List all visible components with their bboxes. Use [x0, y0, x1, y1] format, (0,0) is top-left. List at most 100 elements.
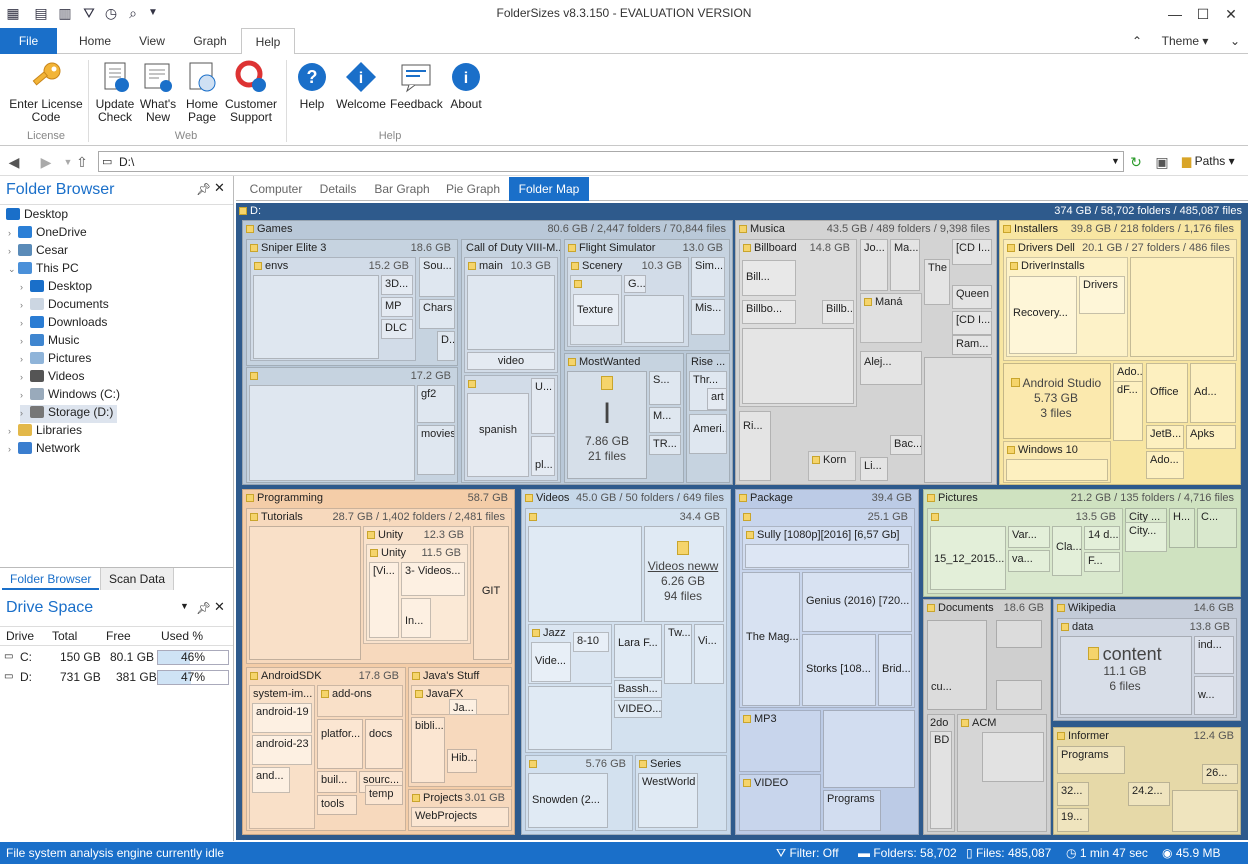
welcome-button[interactable]: i Welcome [334, 60, 388, 128]
tab-folder-browser[interactable]: Folder Browser [2, 568, 100, 590]
map-cell[interactable]: Hib... [447, 749, 477, 773]
tab-scan-data[interactable]: Scan Data [100, 568, 175, 590]
whats-new-button[interactable]: What's New [137, 60, 179, 128]
tab-help[interactable]: Help [241, 28, 295, 55]
map-cell[interactable]: Alej... [860, 351, 922, 385]
map-cell[interactable]: Billbo... [742, 300, 796, 324]
map-cell[interactable] [996, 680, 1042, 710]
filter-status[interactable]: ⛛ Filter: Off [776, 842, 839, 864]
tree-item-documents[interactable]: › Documents [20, 297, 109, 315]
map-cell[interactable]: S... [649, 371, 681, 405]
tab-bar-graph[interactable]: Bar Graph [364, 177, 440, 201]
map-block-main[interactable]: main 10.3 GB video [464, 257, 558, 373]
home-page-button[interactable]: Home Page [181, 60, 223, 128]
map-cell[interactable]: Ja... [449, 699, 477, 715]
map-block-programming[interactable]: Programming 58.7 GB Tutorials 28.7 GB / 1,… [242, 489, 515, 835]
path-dropdown-icon[interactable]: ▼ [1111, 156, 1120, 166]
collapse-ribbon-icon[interactable]: ⌃ [1128, 28, 1146, 54]
map-cell[interactable]: Office [1146, 363, 1188, 423]
map-block-wikipedia[interactable]: Wikipedia 14.6 GB data 13.8 GB content 11.1… [1053, 599, 1241, 721]
theme-menu[interactable]: Theme ▾ [1150, 28, 1220, 54]
map-cell[interactable]: Ram... [952, 335, 992, 355]
map-cell[interactable] [467, 275, 555, 350]
map-block-projects[interactable]: Projects 3.01 GB WebProjects [408, 789, 512, 831]
map-cell[interactable] [745, 544, 909, 568]
map-cell[interactable]: bibli... [411, 717, 445, 783]
map-cell[interactable]: 3- Videos... [401, 562, 465, 596]
map-cell[interactable] [982, 732, 1044, 782]
map-cell[interactable]: android-23 [252, 735, 312, 765]
map-cell[interactable]: dF... [1113, 381, 1143, 441]
map-cell[interactable]: Jo... [860, 239, 888, 291]
col-free[interactable]: Free [106, 627, 131, 645]
tab-pie-graph[interactable]: Pie Graph [440, 177, 506, 201]
map-cell[interactable]: movies [417, 425, 455, 475]
map-block-mostwanted[interactable]: MostWanted I 7.86 GB 21 files S... M... TR… [564, 353, 684, 483]
tree-item-onedrive[interactable]: › OneDrive [8, 225, 87, 243]
map-block-package-251[interactable]: 25.1 GB Sully [1080p][2016] [6,57 Gb] Th… [739, 508, 915, 708]
map-cell[interactable]: BD [930, 731, 952, 829]
map-cell[interactable]: Tw... [664, 624, 692, 684]
map-cell[interactable]: and... [252, 767, 290, 793]
map-cell[interactable]: Bassh... [614, 680, 662, 698]
map-block-package[interactable]: Package 39.4 GB 25.1 GB Sully [1080p][201… [735, 489, 919, 835]
map-block-billboard[interactable]: Billboard 14.8 GB Bill... Billbo... Billb… [739, 239, 857, 407]
map-block-sully[interactable]: Sully [1080p][2016] [6,57 Gb] [742, 526, 912, 570]
map-cell[interactable] [823, 710, 915, 788]
map-block-rise[interactable]: Rise ... Thr... art Ameri... [686, 353, 730, 483]
map-cell[interactable]: video [467, 352, 555, 370]
map-block-2do[interactable]: 2do BD [927, 714, 955, 832]
tree-item-music[interactable]: › Music [20, 333, 79, 351]
map-block-series[interactable]: Series WestWorld [635, 755, 727, 831]
refresh-icon[interactable]: ↻ [1126, 152, 1146, 172]
map-cell[interactable]: [CD I... [952, 239, 992, 265]
map-cell[interactable]: In... [401, 598, 431, 638]
map-cell[interactable]: cu... [927, 620, 987, 710]
map-cell[interactable]: 14 d... [1084, 526, 1120, 550]
map-block-pvideo[interactable]: VIDEO [739, 774, 821, 831]
map-cell[interactable] [996, 620, 1042, 648]
map-block-172[interactable]: 17.2 GB gf2 movies [246, 367, 458, 483]
map-block-installers[interactable]: Installers 39.8 GB / 218 folders / 1,176 … [999, 220, 1241, 485]
map-cell[interactable]: Ad... [1190, 363, 1236, 423]
enter-license-button[interactable]: Enter License Code [6, 60, 86, 128]
map-block-flight[interactable]: Flight Simulator 13.0 GB Scenery 10.3 GB T… [564, 239, 730, 351]
map-block-documents[interactable]: Documents 18.6 GB cu... 2do BD ACM [923, 599, 1051, 835]
map-cell[interactable]: tools [317, 795, 357, 815]
map-cell[interactable]: 19... [1057, 808, 1089, 832]
map-cell[interactable]: G... [624, 275, 646, 293]
map-cell[interactable]: Snowden (2... [528, 773, 608, 828]
pin-icon[interactable]: 📌︎ [196, 601, 211, 615]
map-cell[interactable]: 15_12_2015... [930, 526, 1006, 590]
map-cell[interactable]: w... [1194, 676, 1234, 715]
map-cell[interactable]: H... [1169, 508, 1195, 548]
map-cell[interactable]: WebProjects [411, 807, 509, 827]
map-cell[interactable]: Genius (2016) [720... [802, 572, 912, 632]
map-cell-mostwanted-file[interactable]: I 7.86 GB 21 files [567, 371, 647, 479]
map-cell[interactable]: D... [437, 331, 455, 361]
map-cell[interactable]: spanish [467, 393, 529, 477]
map-block-pictures[interactable]: Pictures 21.2 GB / 135 folders / 4,716 fi… [923, 489, 1241, 597]
col-total[interactable]: Total [52, 627, 77, 645]
tab-home[interactable]: Home [66, 28, 124, 54]
folder-map[interactable]: D: 374 GB / 58,702 folders / 485,087 file… [236, 203, 1248, 840]
map-cell[interactable] [528, 686, 612, 750]
tree-item-downloads[interactable]: › Downloads [20, 315, 107, 333]
map-cell[interactable]: Li... [860, 457, 888, 481]
back-icon[interactable]: ◀ [4, 152, 24, 172]
about-button[interactable]: i About [446, 60, 486, 128]
tree-item-videos[interactable]: › Videos [20, 369, 84, 387]
map-cell[interactable]: android-19 [252, 703, 312, 733]
map-block-zone[interactable]: spanish U... pl... [464, 375, 558, 481]
map-block-pictures-135[interactable]: 13.5 GB 15_12_2015... Var... va... Cla..… [927, 508, 1123, 594]
map-cell[interactable]: va... [1008, 550, 1050, 572]
minimize-icon[interactable]: — [1160, 4, 1190, 24]
tab-computer[interactable]: Computer [238, 177, 314, 201]
map-cell-content[interactable]: content 11.1 GB 6 files [1060, 636, 1192, 715]
map-cell[interactable]: F... [1084, 552, 1120, 572]
tree-item-libraries[interactable]: › Libraries [8, 423, 82, 441]
map-block-unity[interactable]: Unity 12.3 GB Unity 11.5 GB [Vi... 3- Vide… [363, 526, 471, 644]
map-cell-android-studio[interactable]: Android Studio 5.73 GB 3 files [1003, 363, 1111, 439]
map-cell[interactable]: temp [365, 785, 403, 805]
map-block-korn[interactable]: Korn [808, 451, 856, 481]
